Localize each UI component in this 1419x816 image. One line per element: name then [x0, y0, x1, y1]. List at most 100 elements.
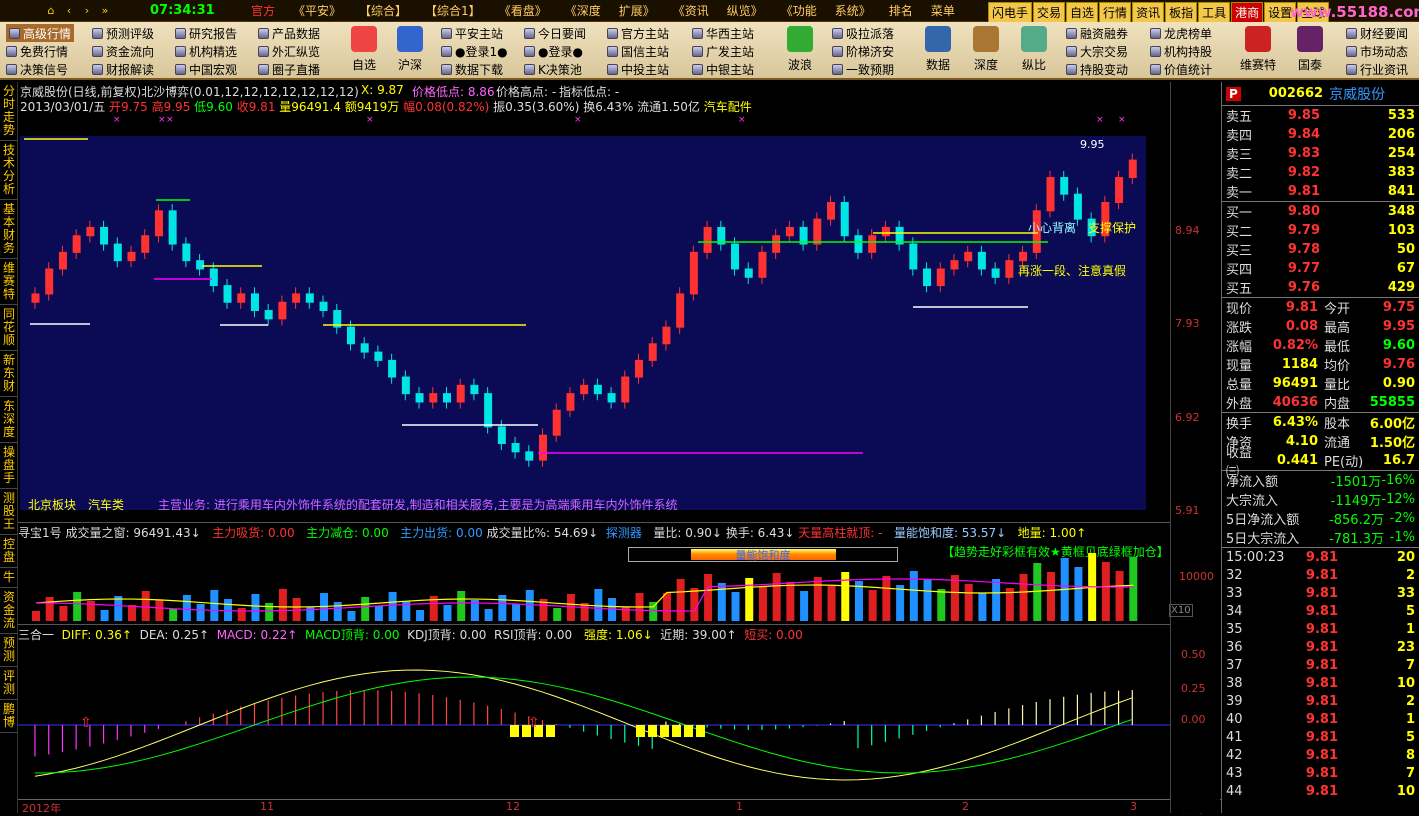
- menu-item-11[interactable]: 排名: [880, 2, 922, 19]
- toolbar-link[interactable]: 圈子直播: [258, 60, 320, 78]
- toolbar-link[interactable]: 广发主站: [692, 42, 754, 60]
- menu-item-8[interactable]: 纵览》: [718, 2, 772, 19]
- toolbar-link[interactable]: 产品数据: [258, 24, 320, 42]
- toolbar-link[interactable]: 数据下载: [441, 60, 508, 78]
- forward-icon[interactable]: ›: [78, 4, 96, 17]
- toolbar-link[interactable]: 资金流向: [92, 42, 154, 60]
- toolbar-link[interactable]: 融资融券: [1066, 24, 1128, 42]
- toolbar-link[interactable]: ●登录●: [524, 42, 586, 60]
- sidebar-tab[interactable]: 操盘手: [0, 443, 18, 489]
- candle-body: [868, 235, 877, 253]
- toolbar-link[interactable]: 中银主站: [692, 60, 754, 78]
- toolbar-big-button[interactable]: 数据: [912, 26, 964, 73]
- toolbar-link[interactable]: 研究报告: [175, 24, 237, 42]
- toolbar-big-button[interactable]: 波浪: [774, 26, 826, 73]
- sidebar-tab[interactable]: 技术分析: [0, 141, 18, 200]
- quick-button-0[interactable]: 闪电手: [988, 2, 1033, 23]
- back-icon[interactable]: ‹: [60, 4, 78, 17]
- quick-button-6[interactable]: 工具: [1198, 2, 1231, 23]
- candle-body: [292, 293, 301, 303]
- quick-button-4[interactable]: 资讯: [1132, 2, 1165, 23]
- sidebar-tab[interactable]: 鹏博: [0, 700, 18, 733]
- menu-item-1[interactable]: 《平安》: [284, 2, 350, 19]
- toolbar-link[interactable]: 今日要闻: [524, 24, 586, 42]
- toolbar-link[interactable]: 龙虎榜单: [1150, 24, 1212, 42]
- toolbar-big-button[interactable]: 国泰: [1284, 26, 1336, 73]
- toolbar-link[interactable]: 价值统计: [1150, 60, 1212, 78]
- sidebar-tab[interactable]: 测股王: [0, 489, 18, 535]
- toolbar-link[interactable]: 机构精选: [175, 42, 237, 60]
- toolbar-link[interactable]: 预测评级: [92, 24, 154, 42]
- menu-item-0[interactable]: 官方: [242, 2, 284, 19]
- sidebar-tab[interactable]: 分时走势: [0, 82, 18, 141]
- toolbar-link[interactable]: 市场动态: [1346, 42, 1408, 60]
- volume-panel[interactable]: 寻宝1号 成交量之窗: 96491.43↓ 主力吸货: 0.00 主力减仓: 0…: [18, 522, 1170, 624]
- toolbar-link[interactable]: 大宗交易: [1066, 42, 1128, 60]
- volume-bar: [690, 588, 699, 621]
- toolbar-big-button[interactable]: 沪深: [384, 26, 436, 73]
- sidebar-tab[interactable]: 基本财务: [0, 200, 18, 259]
- quick-button-1[interactable]: 交易: [1033, 2, 1066, 23]
- toolbar-link[interactable]: 华西主站: [692, 24, 754, 42]
- toolbar-link[interactable]: 财经要闻: [1346, 24, 1408, 42]
- candle-body: [1128, 159, 1137, 179]
- toolbar-link[interactable]: 外汇纵览: [258, 42, 320, 60]
- toolbar-link[interactable]: 决策信号: [6, 60, 74, 78]
- toolbar-link[interactable]: 阶梯济安: [832, 42, 894, 60]
- sidebar-tab[interactable]: 新东财: [0, 351, 18, 397]
- sidebar-tab[interactable]: 控盘: [0, 535, 18, 568]
- quick-button-3[interactable]: 行情: [1099, 2, 1132, 23]
- toolbar-link[interactable]: 吸拉派落: [832, 24, 894, 42]
- watermark: www.55188.com: [1290, 3, 1419, 21]
- toolbar-link[interactable]: 中国宏观: [175, 60, 237, 78]
- toolbar-link[interactable]: 免费行情: [6, 42, 74, 60]
- menu-item-9[interactable]: 《功能: [772, 2, 826, 19]
- toolbar-big-button[interactable]: 纵比: [1008, 26, 1060, 73]
- toolbar-link[interactable]: K决策池: [524, 60, 586, 78]
- toolbar-link[interactable]: 财报解读: [92, 60, 154, 78]
- kline-panel[interactable]: 京威股份(日线,前复权)北沙博弈(0.01,12,12,12,12,12,12,…: [18, 82, 1170, 522]
- menu-item-3[interactable]: 【综合1】: [416, 2, 490, 19]
- menu-item-12[interactable]: 菜单: [922, 2, 964, 19]
- sidebar-tab[interactable]: 评测: [0, 667, 18, 700]
- link-icon: [441, 27, 452, 39]
- tick-time: 15:00:23: [1226, 549, 1285, 565]
- toolbar-link[interactable]: 国信主站: [607, 42, 669, 60]
- menu-item-7[interactable]: 《资讯: [664, 2, 718, 19]
- quick-button-5[interactable]: 板指: [1165, 2, 1198, 23]
- toolbar-link[interactable]: 中投主站: [607, 60, 669, 78]
- link-label: 龙虎榜单: [1164, 26, 1213, 41]
- quick-button-7[interactable]: 港商: [1231, 2, 1264, 23]
- double-chevron-icon[interactable]: »: [96, 4, 114, 17]
- sidebar-tab[interactable]: 预测: [0, 634, 18, 667]
- menu-item-6[interactable]: 扩展》: [610, 2, 664, 19]
- up-arrow-icon: ⇧: [528, 715, 540, 731]
- toolbar-app-icon: [925, 26, 951, 52]
- sidebar-tab[interactable]: 资金流: [0, 588, 18, 634]
- toolbar-link[interactable]: 一致预期: [832, 60, 894, 78]
- macd-panel[interactable]: 三合一 DIFF: 0.36↑ DEA: 0.25↑ MACD: 0.22↑ M…: [18, 624, 1170, 799]
- sidebar-tab[interactable]: 东深度: [0, 397, 18, 443]
- menu-item-4[interactable]: 《看盘》: [490, 2, 556, 19]
- toolbar-link[interactable]: 持股变动: [1066, 60, 1128, 78]
- toolbar-big-button[interactable]: 自选: [338, 26, 390, 73]
- menu-item-5[interactable]: 《深度: [556, 2, 610, 19]
- candle-body: [566, 393, 575, 411]
- sidebar-tab[interactable]: 牛: [0, 568, 18, 588]
- sidebar-tab[interactable]: 同花顺: [0, 305, 18, 351]
- quick-button-2[interactable]: 自选: [1066, 2, 1099, 23]
- menu-item-2[interactable]: 【综合】: [350, 2, 416, 19]
- toolbar-link[interactable]: 行业资讯: [1346, 60, 1408, 78]
- sidebar-tab[interactable]: 维赛特: [0, 259, 18, 305]
- home-icon[interactable]: ⌂: [42, 4, 60, 17]
- toolbar-big-button[interactable]: 深度: [960, 26, 1012, 73]
- menu-item-10[interactable]: 系统》: [826, 2, 880, 19]
- toolbar-link[interactable]: 高级行情: [6, 24, 75, 42]
- signal-block: [546, 725, 555, 737]
- toolbar-link[interactable]: 官方主站: [607, 24, 669, 42]
- toolbar-link[interactable]: ●登录1●: [441, 42, 508, 60]
- toolbar-big-button[interactable]: 维赛特: [1232, 26, 1284, 73]
- candlestick-chart[interactable]: × × × × × × × ×小心背离 支撑保护再涨一段、注意真假9.95: [18, 82, 1170, 522]
- toolbar-link[interactable]: 平安主站: [441, 24, 508, 42]
- toolbar-link[interactable]: 机构持股: [1150, 42, 1212, 60]
